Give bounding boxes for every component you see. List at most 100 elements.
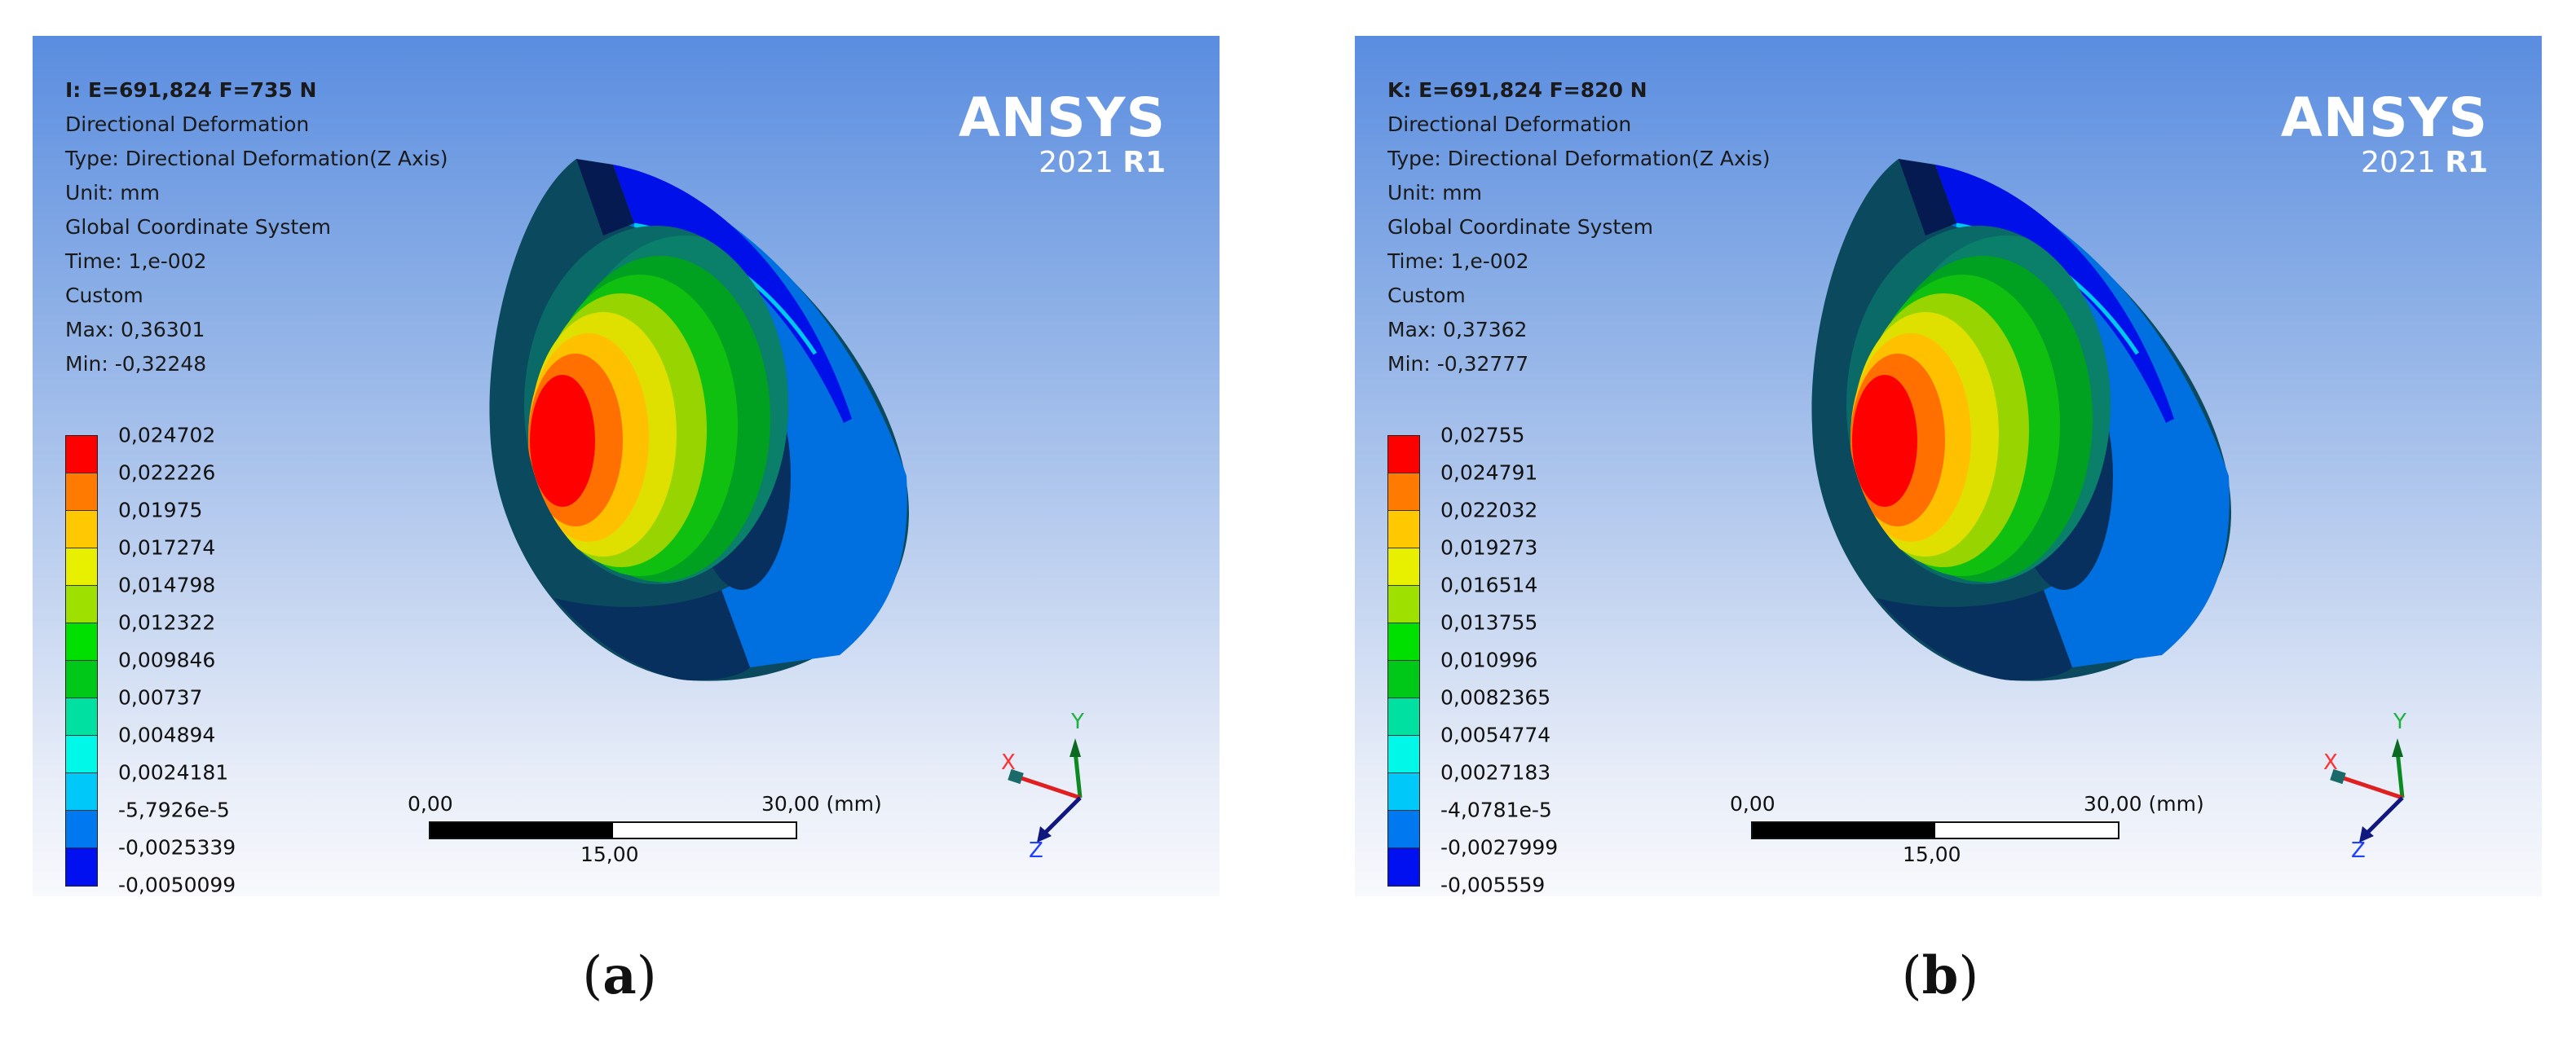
- subfigure-caption-b: (b): [1901, 945, 1979, 1006]
- legend-swatch-6: [66, 661, 97, 698]
- legend-label: 0,004894: [118, 723, 216, 747]
- z-axis-label: Z: [1029, 838, 1043, 863]
- legend-swatch-5: [1388, 623, 1419, 661]
- legend-label: 0,0082365: [1440, 685, 1551, 710]
- info-line: Directional Deformation: [65, 112, 310, 136]
- legend-swatch-9: [66, 773, 97, 811]
- y-arrowhead: [1070, 738, 1081, 757]
- legend-swatch-8: [1388, 736, 1419, 773]
- result-viewport-b: Y X Z K: E=691,824 F=820 N Directional D…: [1355, 36, 2542, 896]
- logo-version: 2021: [2361, 146, 2436, 179]
- legend-label: 0,022226: [118, 460, 216, 485]
- legend-swatch-11: [66, 848, 97, 886]
- x-axis-label: X: [1001, 750, 1016, 775]
- contour-band-7: [1852, 375, 1917, 507]
- legend-label: 0,014798: [118, 573, 216, 597]
- y-axis-arrow: [2395, 750, 2405, 799]
- caption-letter: a: [602, 945, 637, 1006]
- legend-label: 0,013755: [1440, 610, 1538, 635]
- y-axis-label: Y: [1070, 710, 1084, 734]
- scale-bar-fill: [430, 823, 613, 838]
- logo-release: R1: [2445, 146, 2488, 179]
- z-axis-arrow: [1042, 796, 1082, 836]
- legend-swatch-10: [1388, 811, 1419, 848]
- info-line: Custom: [1387, 284, 1466, 307]
- result-title: K: E=691,824 F=820 N: [1387, 78, 1647, 102]
- x-axis-arrow: [1018, 775, 1081, 800]
- logo-text: ANSYS: [958, 86, 1166, 149]
- scale-bar-fill: [1753, 823, 1935, 838]
- legend-label: 0,0024181: [118, 760, 229, 785]
- logo-text: ANSYS: [2280, 86, 2488, 149]
- legend-label: -4,0781e-5: [1440, 798, 1552, 822]
- color-legend-bar: [65, 435, 98, 887]
- legend-label: 0,017274: [118, 535, 216, 560]
- legend-swatch-5: [66, 623, 97, 661]
- info-line: Type: Directional Deformation(Z Axis): [1387, 147, 1771, 170]
- info-line: Max: 0,37362: [1387, 318, 1528, 341]
- triad: Y X Z: [1001, 710, 1084, 863]
- logo-version: 2021: [1039, 146, 1114, 179]
- legend-swatch-3: [1388, 548, 1419, 586]
- scale-mid-label: 15,00: [580, 843, 639, 866]
- y-arrowhead: [2392, 738, 2403, 757]
- info-line: Type: Directional Deformation(Z Axis): [65, 147, 448, 170]
- legend-swatch-7: [1388, 698, 1419, 736]
- color-legend-bar: [1387, 435, 1420, 887]
- legend-label: -0,0027999: [1440, 835, 1559, 860]
- result-viewport-a: Y X Z I: E=691,824 F=735 N Directional D…: [33, 36, 1220, 896]
- legend-swatch-2: [1388, 511, 1419, 548]
- legend-swatch-3: [66, 548, 97, 586]
- legend-label: 0,024791: [1440, 460, 1538, 485]
- legend-label: -0,005559: [1440, 873, 1546, 897]
- legend-label: 0,009846: [118, 648, 216, 672]
- legend-swatch-7: [66, 698, 97, 736]
- legend-label: 0,00737: [118, 685, 203, 710]
- legend-label: 0,0054774: [1440, 723, 1551, 747]
- legend-label: -0,0050099: [118, 873, 236, 897]
- legend-label: 0,024702: [118, 423, 216, 447]
- legend-swatch-2: [66, 511, 97, 548]
- legend-label: 0,01975: [118, 498, 203, 522]
- subfigure-caption-a: (a): [582, 945, 657, 1006]
- x-axis-arrow: [2340, 775, 2403, 800]
- legend-label: 0,019273: [1440, 535, 1538, 560]
- triad: Y X Z: [2323, 710, 2406, 863]
- info-line: Time: 1,e-002: [65, 249, 207, 273]
- legend-label: -0,0025339: [118, 835, 236, 860]
- legend-label: 0,02755: [1440, 423, 1525, 447]
- contour-band-7: [530, 375, 595, 507]
- info-line: Min: -0,32777: [1387, 352, 1529, 376]
- info-line: Max: 0,36301: [65, 318, 205, 341]
- legend-swatch-9: [1388, 773, 1419, 811]
- info-line: Directional Deformation: [1387, 112, 1632, 136]
- info-line: Global Coordinate System: [65, 215, 331, 239]
- y-axis-label: Y: [2393, 710, 2406, 734]
- x-axis-label: X: [2323, 750, 2338, 775]
- result-info: I: E=691,824 F=735 N Directional Deforma…: [65, 73, 448, 381]
- legend-swatch-0: [66, 436, 97, 473]
- legend-swatch-11: [1388, 848, 1419, 886]
- legend-swatch-1: [66, 473, 97, 511]
- scale-bar: [429, 821, 797, 839]
- logo-release: R1: [1123, 146, 1166, 179]
- caption-letter: b: [1921, 945, 1959, 1006]
- info-line: Min: -0,32248: [65, 352, 207, 376]
- scale-start-label: 0,00: [1730, 792, 1775, 816]
- z-axis-arrow: [2364, 796, 2404, 836]
- z-axis-label: Z: [2351, 838, 2366, 863]
- legend-label: 0,0027183: [1440, 760, 1551, 785]
- scale-bar: [1751, 821, 2119, 839]
- legend-swatch-4: [66, 586, 97, 623]
- legend-label: 0,016514: [1440, 573, 1538, 597]
- y-axis-arrow: [1073, 750, 1083, 799]
- scale-mid-label: 15,00: [1903, 843, 1961, 866]
- info-line: Time: 1,e-002: [1387, 249, 1529, 273]
- legend-swatch-1: [1388, 473, 1419, 511]
- legend-swatch-6: [1388, 661, 1419, 698]
- legend-swatch-4: [1388, 586, 1419, 623]
- legend-swatch-0: [1388, 436, 1419, 473]
- info-line: Global Coordinate System: [1387, 215, 1653, 239]
- legend-label: -5,7926e-5: [118, 798, 230, 822]
- info-line: Custom: [65, 284, 143, 307]
